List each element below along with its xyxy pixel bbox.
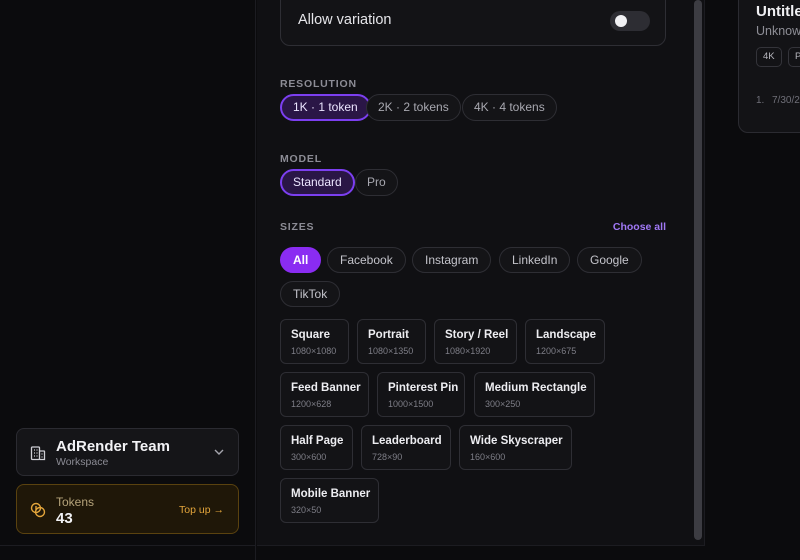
size-name: Feed Banner [291, 382, 361, 394]
size-filter-tiktok[interactable]: TikTok [280, 281, 341, 307]
size-name: Pinterest Pin [388, 382, 459, 394]
size-name: Square [291, 329, 330, 341]
size-card-wide-skyscraper[interactable]: Wide Skyscraper 160×600 [459, 425, 572, 470]
size-dimensions: 1080×1920 [445, 346, 491, 356]
size-name: Landscape [536, 329, 597, 341]
creative-tag: 4K [756, 47, 782, 67]
tokens-card: Tokens 43 Top up → [16, 484, 239, 534]
size-dimensions: 1080×1080 [291, 346, 337, 356]
size-card-story-reel[interactable]: Story / Reel 1080×1920 [434, 319, 517, 364]
divider [0, 545, 256, 546]
size-card-portrait[interactable]: Portrait 1080×1350 [357, 319, 426, 364]
size-card-feed-banner[interactable]: Feed Banner 1200×628 [280, 372, 369, 417]
size-name: Portrait [368, 329, 409, 341]
size-filter-google[interactable]: Google [577, 247, 642, 273]
size-filter-facebook[interactable]: Facebook [327, 247, 406, 273]
toggle-knob [615, 15, 627, 27]
size-name: Wide Skyscraper [470, 435, 563, 447]
sizes-label: SIZES [280, 221, 315, 233]
size-dimensions: 300×600 [291, 452, 327, 462]
resolution-option-4k[interactable]: 4K · 4 tokens [462, 94, 557, 121]
size-dimensions: 300×250 [485, 399, 521, 409]
size-filter-all[interactable]: All [280, 247, 322, 273]
size-card-square[interactable]: Square 1080×1080 [280, 319, 349, 364]
team-name: AdRender Team [56, 438, 170, 455]
resolution-option-2k[interactable]: 2K · 2 tokens [366, 94, 461, 121]
size-filter-instagram[interactable]: Instagram [412, 247, 492, 273]
size-card-half-page[interactable]: Half Page 300×600 [280, 425, 353, 470]
size-dimensions: 1200×675 [536, 346, 577, 356]
team-subtitle: Workspace [56, 456, 109, 468]
resolution-option-1k[interactable]: 1K · 1 token [280, 94, 371, 121]
size-dimensions: 1200×628 [291, 399, 332, 409]
chevron-down-icon [214, 449, 224, 455]
scrollbar-thumb[interactable] [694, 0, 702, 540]
building-icon [30, 446, 46, 461]
allow-variation-toggle[interactable] [610, 11, 650, 31]
size-card-medium-rectangle[interactable]: Medium Rectangle 300×250 [474, 372, 595, 417]
size-card-mobile-banner[interactable]: Mobile Banner 320×50 [280, 478, 379, 523]
sidebar: AdRender Team Workspace Tokens 43 Top up… [0, 0, 256, 560]
size-dimensions: 1080×1350 [368, 346, 414, 356]
size-dimensions: 728×90 [372, 452, 403, 462]
creative-count: 1. [756, 95, 765, 106]
model-option-standard[interactable]: Standard [280, 169, 355, 196]
size-card-landscape[interactable]: Landscape 1200×675 [525, 319, 605, 364]
creative-tag: P [788, 47, 800, 67]
tokens-balance: 43 [56, 510, 73, 527]
model-label: MODEL [280, 153, 322, 165]
creative-card[interactable]: Untitled Unknown 4K P 1. 7/30/2 [738, 0, 800, 133]
team-switcher[interactable]: AdRender Team Workspace [16, 428, 239, 476]
size-dimensions: 320×50 [291, 505, 322, 515]
size-name: Half Page [291, 435, 344, 447]
creative-date: 7/30/2 [772, 95, 800, 106]
choose-all-button[interactable]: Choose all [613, 221, 666, 233]
size-dimensions: 1000×1500 [388, 399, 434, 409]
size-card-pinterest-pin[interactable]: Pinterest Pin 1000×1500 [377, 372, 465, 417]
size-filter-linkedin[interactable]: LinkedIn [499, 247, 571, 273]
size-card-leaderboard[interactable]: Leaderboard 728×90 [361, 425, 451, 470]
creative-subtitle: Unknown [756, 24, 800, 38]
model-option-pro[interactable]: Pro [355, 169, 398, 196]
size-name: Mobile Banner [291, 488, 371, 500]
top-up-link[interactable]: Top up → [179, 504, 224, 516]
allow-variation-label: Allow variation [298, 12, 392, 28]
tokens-label: Tokens [56, 495, 95, 509]
allow-variation-row: Allow variation [280, 0, 666, 46]
size-name: Leaderboard [372, 435, 442, 447]
size-dimensions: 160×600 [470, 452, 506, 462]
app-root: AdRender Team Workspace Tokens 43 Top up… [0, 0, 800, 560]
coins-icon [30, 502, 46, 518]
creative-title: Untitled [756, 3, 800, 20]
size-name: Medium Rectangle [485, 382, 587, 394]
resolution-label: RESOLUTION [280, 78, 357, 90]
divider [257, 545, 705, 546]
size-name: Story / Reel [445, 329, 509, 341]
